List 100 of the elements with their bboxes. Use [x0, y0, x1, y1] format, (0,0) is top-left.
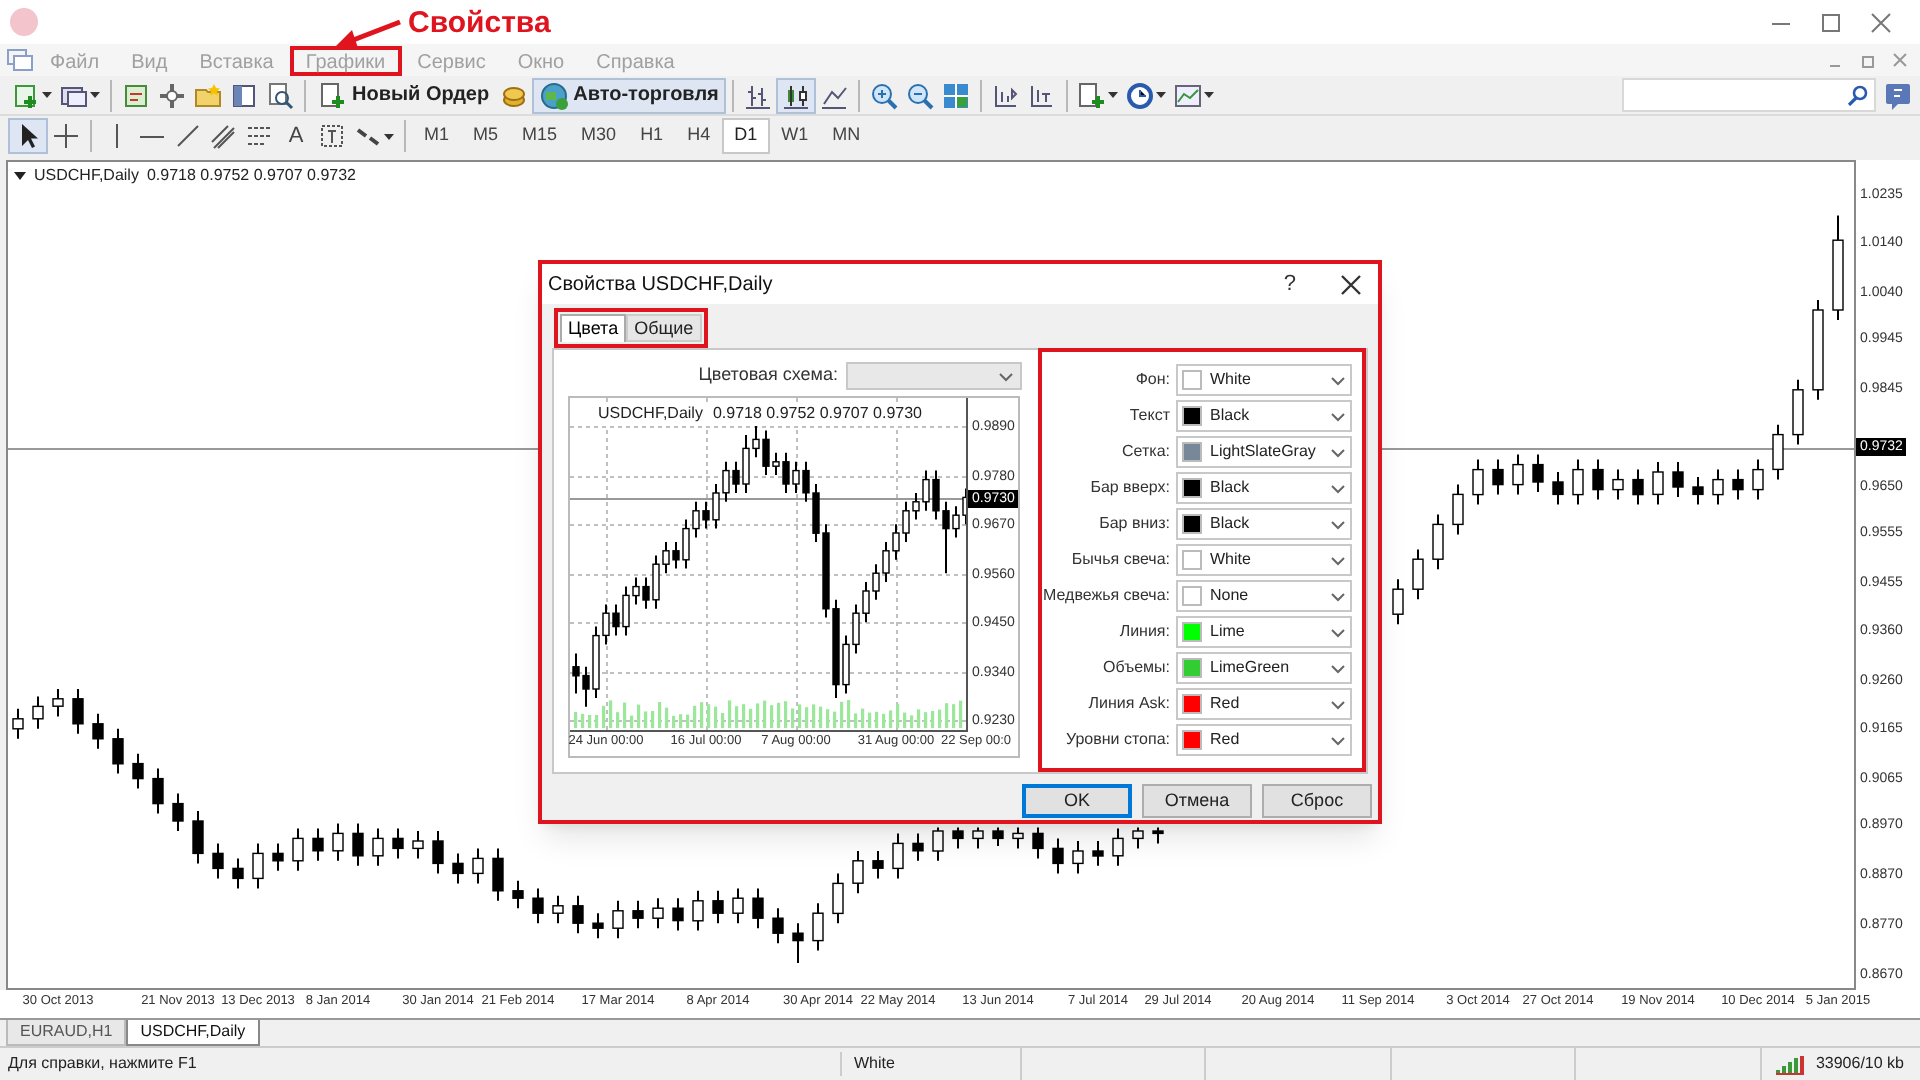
- candlestick: [292, 827, 304, 872]
- candlestick: [652, 897, 664, 930]
- color-label: Текст: [1129, 404, 1170, 428]
- cursor-button[interactable]: [8, 118, 48, 154]
- color-value: LightSlateGray: [1210, 440, 1318, 464]
- dialog-button[interactable]: Отмена: [1142, 784, 1252, 818]
- help-button[interactable]: ?: [1283, 267, 1296, 301]
- color-value: Black: [1210, 404, 1252, 428]
- candlestick: [492, 847, 504, 902]
- chart-shift-icon: [992, 81, 1021, 109]
- candlestick: [812, 902, 824, 952]
- chevron-down-icon: [1330, 699, 1346, 709]
- candlestick: [72, 688, 84, 735]
- candlestick: [392, 827, 404, 860]
- tile-windows-icon: [942, 81, 971, 109]
- color-dropdown[interactable]: Black: [1176, 472, 1352, 504]
- candlestick: [1452, 483, 1464, 536]
- candlestick: [1632, 468, 1644, 506]
- candlestick: [852, 850, 864, 895]
- timeframe-button[interactable]: MN: [820, 118, 873, 154]
- color-value: Black: [1210, 512, 1252, 536]
- candlestick: [592, 912, 604, 940]
- chevron-down-icon: [1330, 411, 1346, 421]
- candlestick: [372, 827, 384, 867]
- candlestick: [472, 847, 484, 885]
- template-icon: [1174, 81, 1203, 109]
- crosshair-button[interactable]: [48, 118, 84, 154]
- candlestick: [452, 852, 464, 885]
- timeframe-button[interactable]: W1: [769, 118, 821, 154]
- candlestick: [712, 889, 724, 925]
- chevron-down-icon: [1330, 735, 1346, 745]
- app-icon: [8, 6, 40, 38]
- auto-trading-button[interactable]: Авто-торговля: [531, 77, 727, 113]
- dialog-tab[interactable]: Цвета: [560, 314, 627, 342]
- timeframe-button[interactable]: D1: [722, 118, 770, 154]
- candlestick: [552, 894, 564, 925]
- new-chart-icon: [12, 81, 40, 109]
- new-order-button[interactable]: Новый Ордер: [312, 77, 496, 113]
- candlestick: [1492, 458, 1504, 496]
- timeframe-button[interactable]: M5: [461, 118, 511, 154]
- chat-icon[interactable]: [1884, 81, 1912, 109]
- color-dropdown[interactable]: Black: [1176, 400, 1352, 432]
- status-traffic-text: 33906/10 kb: [1815, 1052, 1904, 1076]
- candlestick: [12, 707, 24, 740]
- candlestick: [352, 822, 364, 867]
- candlestick: [1052, 837, 1064, 875]
- chevron-down-icon: [1330, 519, 1346, 529]
- color-dropdown[interactable]: White: [1176, 364, 1352, 396]
- color-dropdown[interactable]: Red: [1176, 688, 1352, 720]
- chart-tab[interactable]: EURAUD,H1: [6, 1020, 127, 1046]
- maximize-icon[interactable]: [1820, 11, 1842, 33]
- crosshair-icon: [52, 122, 80, 150]
- candlestick: [772, 907, 784, 945]
- text-tool-button[interactable]: A: [278, 118, 314, 154]
- zoom-in-icon: [870, 81, 899, 109]
- clock-button[interactable]: [1122, 77, 1171, 113]
- color-dropdown[interactable]: LightSlateGray: [1176, 436, 1352, 468]
- indicator-add-button[interactable]: [1074, 77, 1123, 113]
- candlestick: [672, 897, 684, 932]
- color-scheme-dropdown[interactable]: [846, 362, 1022, 390]
- candlestick: [1612, 468, 1624, 501]
- search-field[interactable]: [1622, 78, 1876, 112]
- color-dropdown[interactable]: Red: [1176, 724, 1352, 756]
- close-icon[interactable]: [1870, 11, 1892, 33]
- candlestick: [1712, 468, 1724, 506]
- color-dropdown[interactable]: Black: [1176, 508, 1352, 540]
- candlestick-button[interactable]: [776, 77, 817, 113]
- color-label: Линия:: [1119, 620, 1170, 644]
- candlestick: [1392, 578, 1404, 626]
- timeframe-button[interactable]: M1: [412, 118, 462, 154]
- restore-icon[interactable]: [1860, 52, 1876, 68]
- candlestick-icon: [782, 81, 811, 109]
- timeframe-button[interactable]: M15: [510, 118, 570, 154]
- close-button[interactable]: [1340, 273, 1362, 295]
- close-icon[interactable]: [1892, 52, 1908, 68]
- caret-icon: [90, 92, 100, 98]
- candlestick: [1532, 453, 1544, 493]
- dropdown-triangle-icon[interactable]: [14, 172, 26, 180]
- timeframe-button[interactable]: M30: [569, 118, 629, 154]
- clock-icon: [1126, 81, 1155, 109]
- magnifier-document-icon: [266, 81, 294, 109]
- candlestick: [1552, 471, 1564, 506]
- dialog-button[interactable]: Сброс: [1262, 784, 1372, 818]
- candlestick: [972, 826, 984, 850]
- color-dropdown[interactable]: Lime: [1176, 616, 1352, 648]
- color-value: Red: [1210, 728, 1242, 752]
- timeframe-button[interactable]: H4: [675, 118, 723, 154]
- candlestick: [612, 899, 624, 940]
- color-dropdown[interactable]: LimeGreen: [1176, 652, 1352, 684]
- color-label: Объемы:: [1103, 656, 1170, 680]
- timeframe-button[interactable]: H1: [628, 118, 676, 154]
- color-dropdown[interactable]: White: [1176, 544, 1352, 576]
- color-dropdown[interactable]: None: [1176, 580, 1352, 612]
- color-value: None: [1210, 584, 1251, 608]
- chart-tab[interactable]: USDCHF,Daily: [126, 1020, 260, 1046]
- text-label-icon: [318, 122, 346, 150]
- candlestick: [732, 887, 744, 925]
- dialog-tab[interactable]: Общие: [626, 314, 702, 342]
- parallel-lines-icon: [210, 122, 238, 150]
- dialog-button[interactable]: OK: [1022, 784, 1132, 818]
